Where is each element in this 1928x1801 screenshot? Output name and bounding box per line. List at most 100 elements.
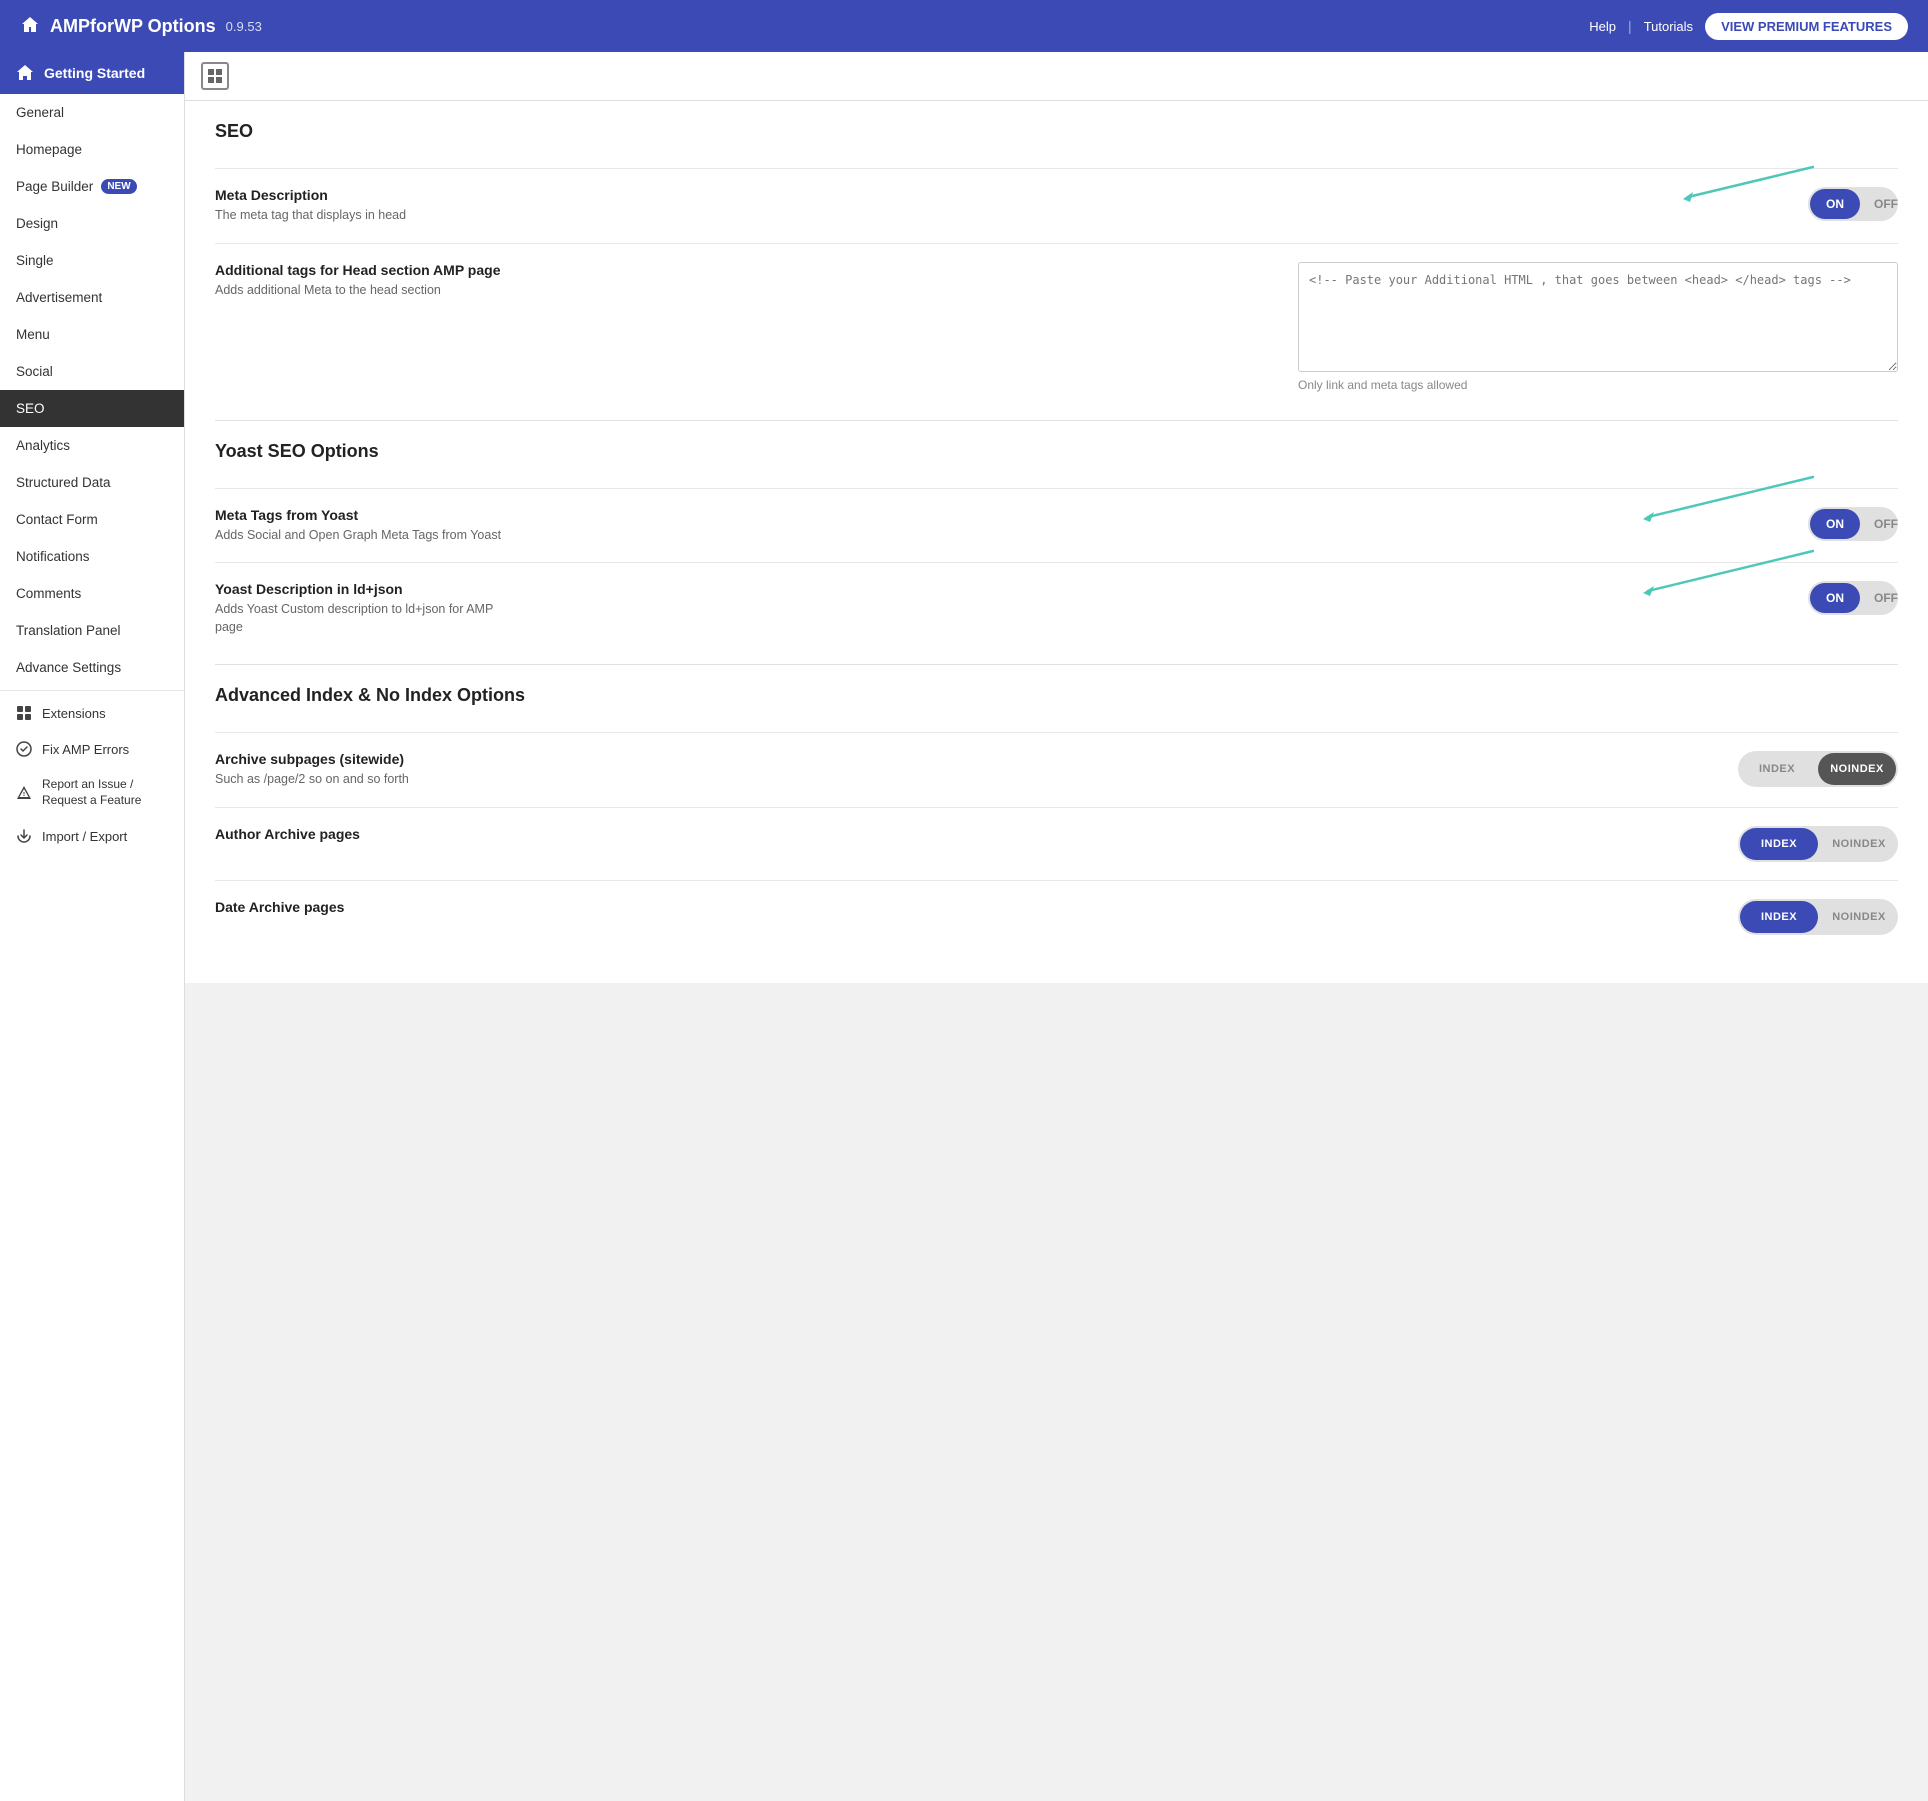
notifications-label: Notifications [16, 549, 90, 564]
author-archive-index-btn[interactable]: INDEX [1740, 828, 1818, 860]
sidebar-item-analytics[interactable]: Analytics [0, 427, 184, 464]
section-divider-advanced [215, 664, 1898, 665]
app-version: 0.9.53 [226, 19, 262, 34]
menu-label: Menu [16, 327, 50, 342]
header-left: AMPforWP Options 0.9.53 [20, 15, 262, 38]
meta-tags-yoast-label: Meta Tags from Yoast [215, 507, 515, 523]
header: AMPforWP Options 0.9.53 Help | Tutorials… [0, 0, 1928, 52]
sidebar: Getting Started General Homepage Page Bu… [0, 52, 185, 1801]
arrow-meta-desc [1658, 157, 1818, 207]
sidebar-item-extensions[interactable]: Extensions [0, 695, 184, 731]
meta-description-on-btn[interactable]: ON [1810, 189, 1860, 219]
yoast-description-off-btn[interactable]: OFF [1862, 581, 1898, 615]
additional-tags-info: Additional tags for Head section AMP pag… [215, 262, 515, 300]
toolbar-grid-icon[interactable] [201, 62, 229, 90]
homepage-label: Homepage [16, 142, 82, 157]
meta-description-toggle[interactable]: ON OFF [1808, 187, 1898, 221]
meta-tags-yoast-info: Meta Tags from Yoast Adds Social and Ope… [215, 507, 515, 545]
sidebar-item-general[interactable]: General [0, 94, 184, 131]
seo-section: SEO Meta Description The meta tag that d… [215, 121, 1898, 410]
extensions-icon [16, 705, 32, 721]
sidebar-item-single[interactable]: Single [0, 242, 184, 279]
sidebar-item-social[interactable]: Social [0, 353, 184, 390]
yoast-description-on-btn[interactable]: ON [1810, 583, 1860, 613]
meta-description-off-btn[interactable]: OFF [1862, 187, 1898, 221]
archive-subpages-row: Archive subpages (sitewide) Such as /pag… [215, 732, 1898, 807]
extensions-label: Extensions [42, 706, 106, 721]
getting-started-label: Getting Started [44, 65, 145, 81]
meta-tags-yoast-row: Meta Tags from Yoast Adds Social and Ope… [215, 488, 1898, 563]
additional-tags-row: Additional tags for Head section AMP pag… [215, 243, 1898, 410]
sidebar-item-getting-started[interactable]: Getting Started [0, 52, 184, 94]
sidebar-item-report[interactable]: Report an Issue / Request a Feature [0, 767, 184, 818]
yoast-description-desc: Adds Yoast Custom description to ld+json… [215, 601, 515, 636]
help-link[interactable]: Help [1589, 19, 1616, 34]
section-divider-yoast [215, 420, 1898, 421]
meta-tags-yoast-off-btn[interactable]: OFF [1862, 507, 1898, 541]
author-archive-noindex-btn[interactable]: NOINDEX [1820, 826, 1898, 862]
author-archive-label: Author Archive pages [215, 826, 515, 842]
import-label: Import / Export [42, 829, 127, 844]
advertisement-label: Advertisement [16, 290, 102, 305]
single-label: Single [16, 253, 54, 268]
analytics-label: Analytics [16, 438, 70, 453]
contact-form-label: Contact Form [16, 512, 98, 527]
date-archive-index-btn[interactable]: INDEX [1740, 901, 1818, 933]
additional-tags-label: Additional tags for Head section AMP pag… [215, 262, 515, 278]
yoast-description-toggle[interactable]: ON OFF [1808, 581, 1898, 615]
yoast-section: Yoast SEO Options Meta Tags from Yoast A… [215, 441, 1898, 655]
meta-tags-yoast-toggle[interactable]: ON OFF [1808, 507, 1898, 541]
sidebar-item-comments[interactable]: Comments [0, 575, 184, 612]
report-icon [16, 785, 32, 801]
report-label: Report an Issue / Request a Feature [42, 777, 168, 808]
additional-tags-textarea[interactable] [1298, 262, 1898, 372]
advance-settings-label: Advance Settings [16, 660, 121, 675]
archive-subpages-index-btn[interactable]: INDEX [1738, 751, 1816, 787]
header-divider: | [1628, 18, 1632, 34]
main-content: SEO Meta Description The meta tag that d… [185, 52, 1928, 1801]
meta-description-row: Meta Description The meta tag that displ… [215, 168, 1898, 243]
sidebar-item-notifications[interactable]: Notifications [0, 538, 184, 575]
additional-tags-note: Only link and meta tags allowed [1298, 378, 1467, 392]
sidebar-item-page-builder[interactable]: Page Builder NEW [0, 168, 184, 205]
archive-subpages-desc: Such as /page/2 so on and so forth [215, 771, 515, 789]
date-archive-noindex-btn[interactable]: NOINDEX [1820, 899, 1898, 935]
tutorials-link[interactable]: Tutorials [1644, 19, 1693, 34]
sidebar-item-import[interactable]: Import / Export [0, 818, 184, 854]
sidebar-item-translation-panel[interactable]: Translation Panel [0, 612, 184, 649]
home-icon [20, 15, 40, 38]
meta-tags-yoast-control: ON OFF [1808, 507, 1898, 541]
sidebar-item-menu[interactable]: Menu [0, 316, 184, 353]
import-icon [16, 828, 32, 844]
social-label: Social [16, 364, 53, 379]
sidebar-item-seo[interactable]: SEO [0, 390, 184, 427]
meta-tags-yoast-on-btn[interactable]: ON [1810, 509, 1860, 539]
meta-tags-yoast-desc: Adds Social and Open Graph Meta Tags fro… [215, 527, 515, 545]
meta-description-desc: The meta tag that displays in head [215, 207, 515, 225]
sidebar-item-homepage[interactable]: Homepage [0, 131, 184, 168]
view-premium-button[interactable]: VIEW PREMIUM FEATURES [1705, 13, 1908, 40]
advanced-index-title: Advanced Index & No Index Options [215, 685, 1898, 716]
archive-subpages-control: INDEX NOINDEX [1738, 751, 1898, 787]
archive-subpages-toggle[interactable]: INDEX NOINDEX [1738, 751, 1898, 787]
meta-description-control: ON OFF [1808, 187, 1898, 221]
arrow-yoast-meta [1618, 467, 1818, 527]
sidebar-item-advertisement[interactable]: Advertisement [0, 279, 184, 316]
app-title: AMPforWP Options [50, 16, 216, 37]
sidebar-item-contact-form[interactable]: Contact Form [0, 501, 184, 538]
sidebar-item-design[interactable]: Design [0, 205, 184, 242]
archive-subpages-noindex-btn[interactable]: NOINDEX [1818, 753, 1896, 785]
date-archive-toggle[interactable]: INDEX NOINDEX [1738, 899, 1898, 935]
translation-panel-label: Translation Panel [16, 623, 121, 638]
sidebar-item-advance-settings[interactable]: Advance Settings [0, 649, 184, 686]
page-builder-label: Page Builder [16, 179, 93, 194]
yoast-description-info: Yoast Description in ld+json Adds Yoast … [215, 581, 515, 636]
fix-amp-label: Fix AMP Errors [42, 742, 129, 757]
meta-description-info: Meta Description The meta tag that displ… [215, 187, 515, 225]
home-sidebar-icon [16, 64, 34, 82]
seo-section-title: SEO [215, 121, 1898, 152]
header-right: Help | Tutorials VIEW PREMIUM FEATURES [1589, 13, 1908, 40]
sidebar-item-fix-amp[interactable]: Fix AMP Errors [0, 731, 184, 767]
author-archive-toggle[interactable]: INDEX NOINDEX [1738, 826, 1898, 862]
sidebar-item-structured-data[interactable]: Structured Data [0, 464, 184, 501]
